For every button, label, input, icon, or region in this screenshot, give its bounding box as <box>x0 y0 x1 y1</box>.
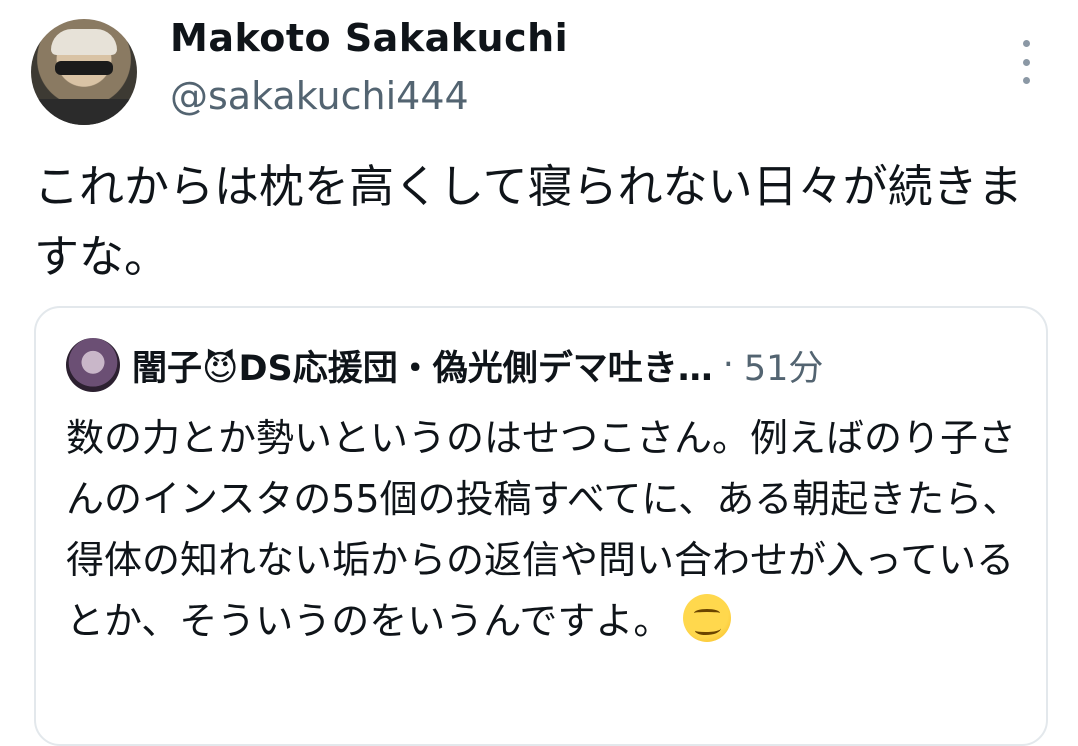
quoted-tweet[interactable]: 闇子😈DS応援団・偽光側デマ吐き… · 51分 数の力とか勢いというのはせつこさ… <box>34 306 1048 746</box>
author-avatar[interactable] <box>31 19 137 125</box>
quoted-text-block: 数の力とか勢いというのはせつこさん。例えばのり子さんのインスタの55個の投稿すべ… <box>66 408 1026 652</box>
quoted-author-avatar <box>66 338 120 392</box>
avatar-hair <box>51 29 117 55</box>
author-name[interactable]: Makoto Sakakuchi <box>170 16 568 60</box>
avatar-shirt <box>31 99 137 125</box>
quoted-header: 闇子😈DS応援団・偽光側デマ吐き… · 51分 <box>132 340 823 390</box>
avatar-glasses <box>55 61 113 75</box>
smirking-face-emoji-icon <box>683 594 732 642</box>
quoted-text: 数の力とか勢いというのはせつこさん。例えばのり子さんのインスタの55個の投稿すべ… <box>66 416 1021 643</box>
more-vertical-icon[interactable] <box>1014 40 1038 84</box>
quoted-separator: · <box>722 345 734 385</box>
quoted-timestamp: 51分 <box>743 348 824 389</box>
tweet-text: これからは枕を高くして寝られない日々が続きますな。 <box>34 160 1023 283</box>
author-handle[interactable]: @sakakuchi444 <box>170 74 469 118</box>
quoted-author-name: 闇子😈DS応援団・偽光側デマ吐き… <box>132 348 713 389</box>
